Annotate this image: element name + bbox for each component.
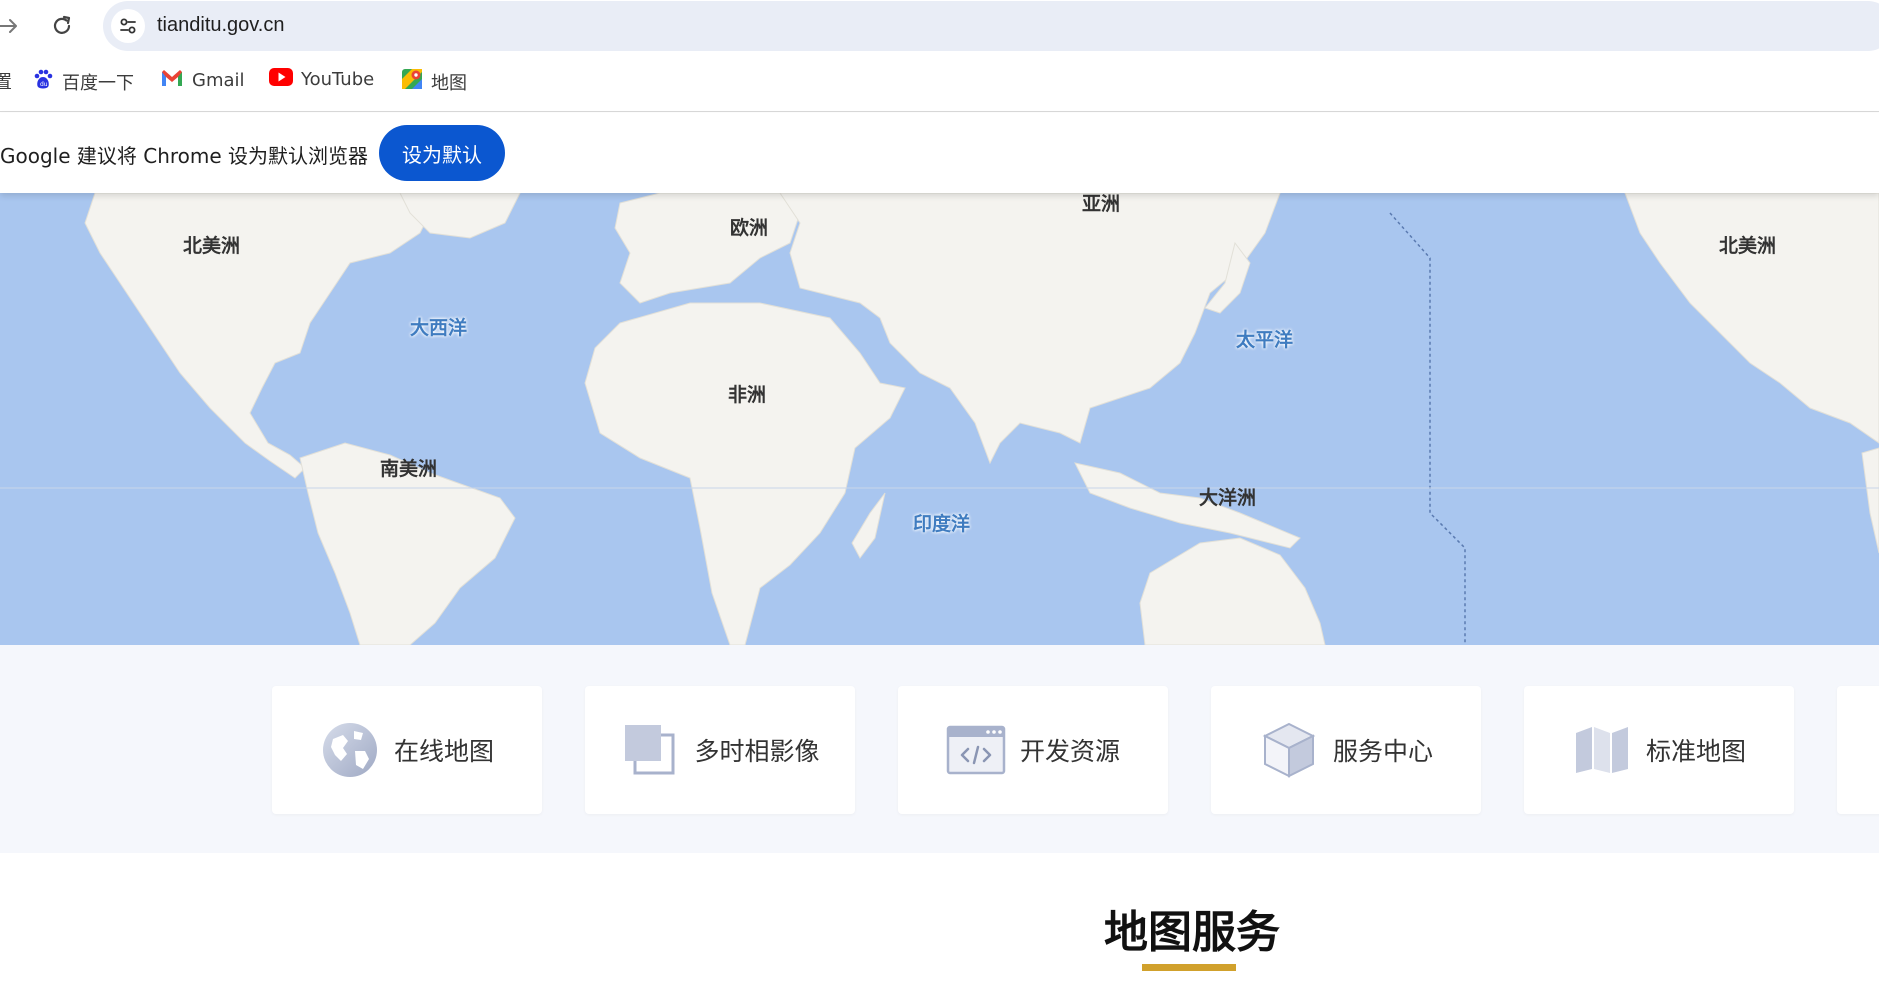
folded-map-icon <box>1572 720 1632 780</box>
infobar-message: Google 建议将 Chrome 设为默认浏览器 <box>0 144 369 168</box>
map-label-ocean: 大西洋 <box>410 317 468 339</box>
map-label-ocean: 太平洋 <box>1236 329 1294 351</box>
layers-icon <box>620 720 680 780</box>
landmass-north-america <box>84 193 441 479</box>
svg-text:du: du <box>40 81 48 88</box>
map-label-continent: 欧洲 <box>730 217 769 239</box>
map-label-continent: 北美洲 <box>183 235 241 257</box>
bookmark-youtube[interactable]: YouTube <box>269 68 374 91</box>
card-label: 开发资源 <box>1019 737 1120 766</box>
map-graphic <box>0 193 1879 645</box>
landmass-south-america-right <box>1861 447 1879 554</box>
card-multi-temporal-imagery[interactable]: 多时相影像 <box>585 686 855 814</box>
gmail-icon <box>160 68 184 93</box>
world-map[interactable]: 北美洲 欧洲 亚洲 北美洲 非洲 南美洲 大洋洲 大西洋 太平洋 印度洋 <box>0 193 1879 645</box>
bookmark-gmail[interactable]: Gmail <box>160 68 245 93</box>
bookmark-label: Gmail <box>192 70 245 91</box>
section-title-underline <box>1142 964 1236 971</box>
baidu-icon: du <box>32 68 54 95</box>
bookmark-label: 百度一下 <box>62 72 134 94</box>
bookmark-label: 地图 <box>431 72 467 94</box>
card-developer-resources[interactable]: 开发资源 <box>898 686 1168 814</box>
reload-icon[interactable] <box>50 14 74 38</box>
code-window-icon <box>946 720 1006 780</box>
card-label: 服务中心 <box>1332 737 1433 766</box>
landmass-madagascar <box>851 492 886 559</box>
bookmark-label: 置 <box>0 72 12 93</box>
maps-icon <box>401 68 423 95</box>
globe-icon <box>320 720 380 780</box>
quick-nav: 在线地图 多时相影像 开发资源 服务中心 标准地图 <box>0 645 1879 853</box>
browser-toolbar: tianditu.gov.cn <box>0 0 1879 52</box>
card-partial[interactable] <box>1837 686 1879 814</box>
map-label-continent: 南美洲 <box>380 458 438 480</box>
address-bar[interactable]: tianditu.gov.cn <box>103 1 1879 51</box>
youtube-icon <box>269 68 293 91</box>
landmass-maritime-asia <box>1074 462 1301 549</box>
bookmark-baidu[interactable]: du 百度一下 <box>32 68 134 95</box>
set-default-button[interactable]: 设为默认 <box>379 125 505 181</box>
map-label-continent: 大洋洲 <box>1199 487 1257 509</box>
card-label: 多时相影像 <box>694 737 820 766</box>
map-label-ocean: 印度洋 <box>913 513 971 535</box>
map-label-continent: 北美洲 <box>1719 235 1777 257</box>
bookmark-settings-fragment[interactable]: 置 <box>0 68 12 94</box>
landmass-europe <box>614 193 801 304</box>
map-label-continent: 非洲 <box>728 384 767 406</box>
site-info-icon[interactable] <box>111 9 145 43</box>
card-standard-map[interactable]: 标准地图 <box>1524 686 1794 814</box>
url-text[interactable]: tianditu.gov.cn <box>157 14 285 37</box>
section-title: 地图服务 <box>1104 907 1280 958</box>
card-online-map[interactable]: 在线地图 <box>272 686 542 814</box>
card-label: 在线地图 <box>393 737 494 766</box>
card-label: 标准地图 <box>1645 737 1746 766</box>
landmass-africa <box>584 302 906 645</box>
bookmarks-bar: 置 du 百度一下 Gmail YouTube 地图 <box>0 52 1879 112</box>
default-browser-infobar: Google 建议将 Chrome 设为默认浏览器 设为默认 <box>0 113 1879 193</box>
card-service-center[interactable]: 服务中心 <box>1211 686 1481 814</box>
map-label-continent: 亚洲 <box>1082 193 1121 215</box>
cube-icon <box>1259 720 1319 780</box>
landmass-australia <box>1139 537 1326 645</box>
bookmark-maps[interactable]: 地图 <box>401 68 467 95</box>
bookmark-label: YouTube <box>301 69 375 90</box>
date-line <box>1389 212 1466 645</box>
forward-arrow-icon[interactable] <box>0 14 20 38</box>
